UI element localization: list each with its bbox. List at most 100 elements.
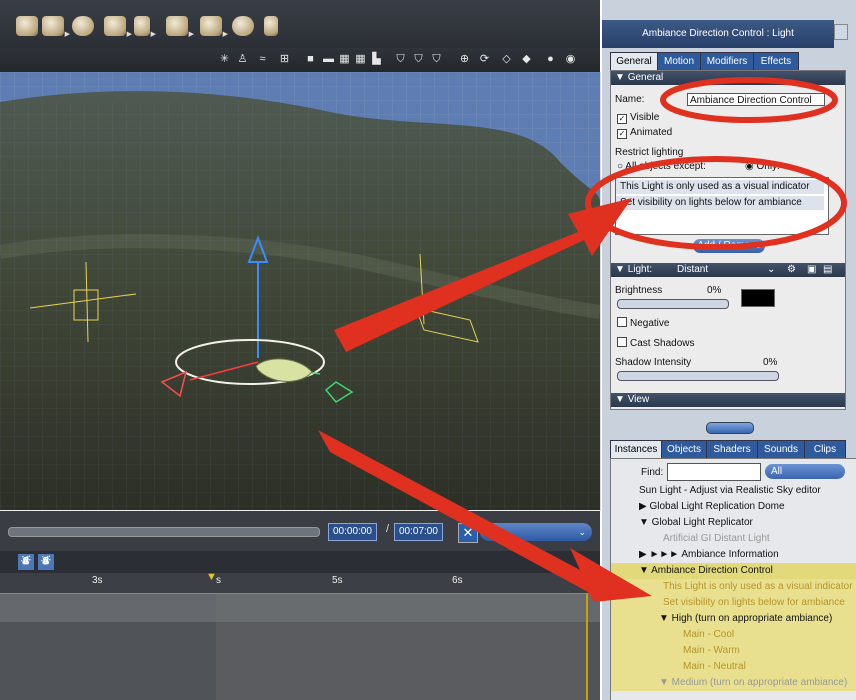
tree-row[interactable]: ▼ Medium (turn on appropriate ambiance) [611,675,856,691]
tab-sounds[interactable]: Sounds [757,440,805,458]
brightness-value: 0% [707,285,722,296]
timeline-controls: 00:00:00 / 00:07:00 ✕ Lin ⌄ [0,511,600,551]
3d-viewport[interactable] [0,72,601,511]
tick-label: 7s [572,575,583,586]
shoe-icon[interactable]: ▶ [104,16,132,38]
cast-shadows-label: Cast Shadows [630,338,695,349]
name-field[interactable]: Ambiance Direction Control [687,93,825,106]
tab-motion[interactable]: Motion [657,52,701,70]
tab-clips[interactable]: Clips [804,440,846,458]
list-item[interactable]: This Light is only used as a visual indi… [616,180,824,194]
tree-row[interactable]: This Light is only used as a visual indi… [611,579,856,595]
tree-row-label: Main - Neutral [683,661,746,672]
cube-solid-icon[interactable]: ◆ [520,53,533,66]
playhead-marker[interactable]: ▼ [206,571,217,583]
tree-row[interactable]: Main - Cool [611,627,856,643]
tree-row[interactable]: Main - Neutral [611,659,856,675]
sphere-icon[interactable]: ● [544,53,557,66]
tab-shaders[interactable]: Shaders [706,440,758,458]
save-icon[interactable]: ▣ [807,263,816,277]
group-icon[interactable]: ▶ [200,16,228,38]
sphere-icon[interactable]: ◉ [564,53,577,66]
tree-row[interactable]: Main - Warm [611,643,856,659]
tab-objects[interactable]: Objects [661,440,707,458]
light-type[interactable]: Distant [677,263,708,277]
grid-icon[interactable]: ⊞ [278,53,291,66]
bulb-icon[interactable]: ♙ [236,53,249,66]
shield-icon[interactable]: ⛉ [412,53,425,66]
restrict-list[interactable]: This Light is only used as a visual indi… [615,177,829,235]
find-filter-value: All [771,466,783,477]
person-icon[interactable]: ⛇ [18,554,34,570]
tick-label: 5s [332,575,343,586]
tree-row-label: ▶ Global Light Replication Dome [639,501,785,512]
find-filter-select[interactable]: All [765,464,845,479]
only-radio[interactable]: ◉ Only: [745,161,780,172]
light-icon[interactable]: ✳ [218,53,231,66]
timeline-tracks[interactable] [0,594,600,700]
layout-icon[interactable]: ▬ [322,53,335,66]
light-color-swatch[interactable] [741,289,775,307]
chevron-down-icon: ⌄ [578,527,586,537]
timeline-scrubber[interactable] [8,527,320,537]
tree-row[interactable]: Sun Light - Adjust via Realistic Sky edi… [611,483,856,499]
app-window: ▶ ▶ ▶ ▶ ▶ ✳ ♙ ≈ ⊞ ■ ▬ ▦ ▦ ▙ ⛉ ⛉ ⛉ ⊕ ⟳ ◇ … [0,0,856,700]
find-input[interactable] [667,463,761,481]
general-header-label: General [627,72,664,83]
end-time-field[interactable]: 00:07:00 [394,523,443,541]
layout-icon[interactable]: ▙ [370,53,383,66]
rotate-icon[interactable]: ⟳ [478,53,491,66]
tree-row[interactable]: ▼ Global Light Replicator [611,515,856,531]
layout-icon[interactable]: ▦ [354,53,367,66]
lock-icon[interactable]: ▤ [823,263,832,277]
layout-icon[interactable]: ▦ [338,53,351,66]
bone-icon[interactable] [264,16,278,36]
cast-shadows-checkbox[interactable]: Cast Shadows [617,337,694,349]
all-objects-radio[interactable]: ○ All objects except: [617,161,706,172]
shield-icon[interactable]: ⛉ [430,53,443,66]
negative-checkbox[interactable]: Negative [617,317,669,329]
tree-row[interactable]: ▼ Ambiance Direction Control [611,563,856,579]
general-section-header[interactable]: ▼ General [611,71,845,85]
wave-icon[interactable]: ≈ [256,53,269,66]
current-time-field[interactable]: 00:00:00 [328,523,377,541]
camera-icon[interactable]: ▶ [166,16,194,38]
all-objects-label: All objects except: [625,161,706,172]
tree-row[interactable]: ▶ ►►► Ambiance Information [611,547,856,563]
bowl-icon[interactable] [72,16,94,36]
pin-icon[interactable]: ▶ [134,16,156,38]
view-section-header[interactable]: ▼ View [611,393,845,407]
cube-icon[interactable]: ▶ [42,16,70,38]
tree-row[interactable]: ▶ Global Light Replication Dome [611,499,856,515]
panel-options-button[interactable] [834,24,848,40]
target-icon[interactable] [232,16,254,36]
interpolation-select[interactable]: Lin ⌄ [480,523,592,541]
tab-modifiers[interactable]: Modifiers [700,52,754,70]
brightness-slider[interactable] [617,299,729,309]
light-section-header[interactable]: ▼ Light: Distant ⌄ ⚙ ▣ ▤ [611,263,845,277]
cube-outline-icon[interactable]: ◇ [500,53,513,66]
general-panel: ▼ General Name: Ambiance Direction Contr… [610,70,846,410]
shadow-intensity-slider[interactable] [617,371,779,381]
tree-row[interactable]: ▼ High (turn on appropriate ambiance) [611,611,856,627]
list-item[interactable]: Set visibility on lights below for ambia… [616,196,824,210]
shield-icon[interactable]: ⛉ [394,53,407,66]
time-ruler[interactable]: 3s s 5s 6s 7s ▼ [0,571,600,594]
tree-row[interactable]: Artificial GI Distant Light [611,531,856,547]
tab-effects[interactable]: Effects [753,52,799,70]
light-header-label: Light: [627,264,653,275]
close-icon[interactable]: ✕ [458,523,478,543]
tab-instances[interactable]: Instances [610,440,662,458]
add-remove-button[interactable]: Add / Remove [693,239,765,253]
cube-icon[interactable] [16,16,38,36]
tab-general[interactable]: General [610,52,658,70]
arrow-icon[interactable]: ⊕ [458,53,471,66]
person-icon[interactable]: ⛇ [38,554,54,570]
visible-checkbox[interactable]: ✓ Visible [617,112,659,124]
box-view-icon[interactable]: ■ [304,53,317,66]
tick-label: 3s [92,575,103,586]
tree-row[interactable]: Set visibility on lights below for ambia… [611,595,856,611]
panel-splitter[interactable] [706,422,754,434]
animated-checkbox[interactable]: ✓ Animated [617,127,672,139]
gear-icon[interactable]: ⚙ [787,263,796,277]
